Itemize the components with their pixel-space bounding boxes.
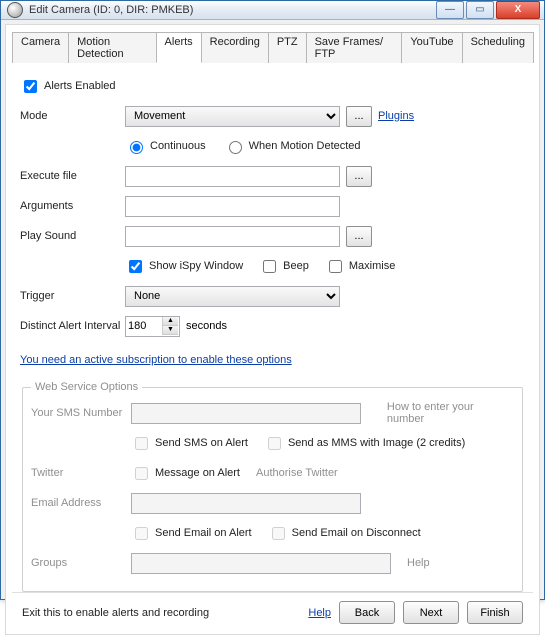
interval-spinner[interactable]: ▲▼ bbox=[125, 316, 180, 337]
email-address-input bbox=[131, 493, 361, 514]
send-mms-checkbox: Send as MMS with Image (2 credits) bbox=[264, 434, 465, 453]
spin-down-icon[interactable]: ▼ bbox=[163, 326, 178, 335]
send-email-on-alert-checkbox: Send Email on Alert bbox=[131, 524, 252, 543]
execute-file-input[interactable] bbox=[125, 166, 340, 187]
execute-file-browse-button[interactable]: ... bbox=[346, 166, 372, 187]
subscription-notice-link[interactable]: You need an active subscription to enabl… bbox=[20, 354, 292, 366]
arguments-label: Arguments bbox=[20, 200, 125, 212]
authorise-twitter-text: Authorise Twitter bbox=[256, 467, 338, 479]
window-buttons: — ▭ X bbox=[436, 1, 540, 19]
minimize-button[interactable]: — bbox=[436, 1, 464, 19]
alerts-panel: Alerts Enabled Mode Movement ... Plugins bbox=[12, 73, 533, 592]
trigger-label: Trigger bbox=[20, 290, 125, 302]
finish-button[interactable]: Finish bbox=[467, 601, 523, 624]
execute-file-label: Execute file bbox=[20, 170, 125, 182]
twitter-label: Twitter bbox=[31, 467, 131, 479]
next-button[interactable]: Next bbox=[403, 601, 459, 624]
radio-when-motion-detected[interactable]: When Motion Detected bbox=[224, 138, 361, 154]
plugins-link[interactable]: Plugins bbox=[378, 110, 414, 122]
tab-youtube[interactable]: YouTube bbox=[401, 32, 462, 63]
show-ispy-window-checkbox[interactable]: Show iSpy Window bbox=[125, 257, 243, 276]
distinct-alert-interval-label: Distinct Alert Interval bbox=[20, 320, 125, 332]
groups-help-text: Help bbox=[407, 557, 430, 569]
email-address-label: Email Address bbox=[31, 497, 131, 509]
interval-input[interactable] bbox=[126, 317, 162, 336]
spin-up-icon[interactable]: ▲ bbox=[163, 317, 178, 326]
send-email-on-disconnect-checkbox: Send Email on Disconnect bbox=[268, 524, 421, 543]
play-sound-input[interactable] bbox=[125, 226, 340, 247]
close-button[interactable]: X bbox=[496, 1, 540, 19]
titlebar: Edit Camera (ID: 0, DIR: PMKEB) — ▭ X bbox=[1, 1, 544, 20]
message-on-alert-checkbox: Message on Alert bbox=[131, 464, 240, 483]
alerts-enabled-checkbox[interactable]: Alerts Enabled bbox=[20, 77, 116, 96]
client-area: Camera Motion Detection Alerts Recording… bbox=[5, 24, 540, 635]
radio-continuous[interactable]: Continuous bbox=[125, 138, 206, 154]
help-link[interactable]: Help bbox=[308, 607, 331, 619]
maximise-checkbox[interactable]: Maximise bbox=[325, 257, 395, 276]
groups-label: Groups bbox=[31, 557, 131, 569]
window: Edit Camera (ID: 0, DIR: PMKEB) — ▭ X Ca… bbox=[0, 0, 545, 600]
tab-motion-detection[interactable]: Motion Detection bbox=[68, 32, 156, 63]
arguments-input[interactable] bbox=[125, 196, 340, 217]
mode-label: Mode bbox=[20, 110, 125, 122]
tab-strip: Camera Motion Detection Alerts Recording… bbox=[12, 31, 533, 63]
interval-unit: seconds bbox=[186, 320, 227, 332]
groups-input bbox=[131, 553, 391, 574]
footer-msg: Exit this to enable alerts and recording bbox=[22, 607, 300, 619]
back-button[interactable]: Back bbox=[339, 601, 395, 624]
play-sound-browse-button[interactable]: ... bbox=[346, 226, 372, 247]
sms-number-input bbox=[131, 403, 361, 424]
sms-number-label: Your SMS Number bbox=[31, 407, 131, 419]
beep-checkbox[interactable]: Beep bbox=[259, 257, 309, 276]
window-title: Edit Camera (ID: 0, DIR: PMKEB) bbox=[29, 4, 436, 16]
trigger-select[interactable]: None bbox=[125, 286, 340, 307]
tab-scheduling[interactable]: Scheduling bbox=[462, 32, 534, 63]
app-icon bbox=[7, 2, 23, 18]
tab-save-frames-ftp[interactable]: Save Frames/ FTP bbox=[306, 32, 403, 63]
tab-ptz[interactable]: PTZ bbox=[268, 32, 307, 63]
alerts-enabled-input[interactable] bbox=[24, 80, 37, 93]
alerts-enabled-label: Alerts Enabled bbox=[44, 80, 116, 92]
footer: Exit this to enable alerts and recording… bbox=[12, 592, 533, 630]
mode-browse-button[interactable]: ... bbox=[346, 106, 372, 127]
tab-camera[interactable]: Camera bbox=[12, 32, 69, 63]
mode-select[interactable]: Movement bbox=[125, 106, 340, 127]
web-service-options: Web Service Options Your SMS Number How … bbox=[22, 381, 523, 592]
web-service-legend: Web Service Options bbox=[31, 381, 142, 393]
send-sms-checkbox: Send SMS on Alert bbox=[131, 434, 248, 453]
tab-alerts[interactable]: Alerts bbox=[156, 32, 202, 63]
sms-howto-text: How to enter your number bbox=[387, 401, 514, 425]
maximize-button[interactable]: ▭ bbox=[466, 1, 494, 19]
play-sound-label: Play Sound bbox=[20, 230, 125, 242]
tab-recording[interactable]: Recording bbox=[201, 32, 269, 63]
